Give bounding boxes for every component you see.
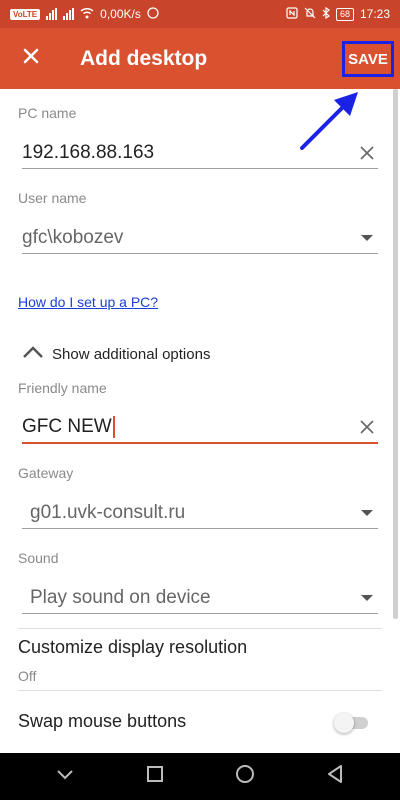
dropdown-arrow-icon <box>356 587 378 609</box>
swap-mouse-toggle[interactable] <box>334 711 370 733</box>
signal-icon <box>46 8 58 20</box>
swap-mouse-title: Swap mouse buttons <box>18 711 187 731</box>
pc-name-field[interactable]: 192.168.88.163 <box>22 137 378 169</box>
clear-icon[interactable] <box>356 416 378 438</box>
user-name-label: User name <box>18 190 87 206</box>
dropdown-arrow-icon <box>356 227 378 249</box>
status-bar: VoLTE 0,00K/s 68 17:23 <box>0 0 400 28</box>
pc-name-value: 192.168.88.163 <box>22 141 155 163</box>
home-button[interactable] <box>225 757 265 797</box>
square-icon <box>146 765 164 788</box>
form-content: PC name 192.168.88.163 User name gfc\kob… <box>0 89 400 753</box>
help-link[interactable]: How do I set up a PC? <box>18 294 158 310</box>
display-resolution-value: Off <box>18 668 37 684</box>
volte-badge: VoLTE <box>10 8 41 20</box>
display-resolution-title[interactable]: Customize display resolution <box>18 637 247 658</box>
clear-icon[interactable] <box>356 142 378 164</box>
pc-name-label: PC name <box>18 105 77 121</box>
nfc-icon <box>286 6 298 22</box>
gateway-dropdown[interactable]: g01.uvk-consult.ru <box>22 497 378 529</box>
circle-icon <box>235 764 255 789</box>
gateway-value: g01.uvk-consult.ru <box>30 501 186 523</box>
text-cursor <box>112 415 115 438</box>
divider <box>18 628 382 629</box>
user-name-dropdown[interactable]: gfc\kobozev <box>22 222 378 254</box>
toggle-thumb <box>334 713 354 733</box>
network-speed: 0,00K/s <box>100 7 141 21</box>
chevron-down-icon <box>56 768 74 786</box>
show-additional-options-toggle[interactable]: Show additional options <box>22 345 210 363</box>
gateway-label: Gateway <box>18 465 74 481</box>
dropdown-arrow-icon <box>356 502 378 524</box>
nav-collapse-button[interactable] <box>45 757 85 797</box>
options-toggle-label: Show additional options <box>52 345 211 363</box>
whatsapp-icon <box>147 6 159 22</box>
back-triangle-icon <box>326 764 344 789</box>
wifi-icon <box>80 7 94 22</box>
silent-icon <box>304 7 316 22</box>
navigation-bar <box>0 753 400 800</box>
save-button[interactable]: SAVE <box>342 41 394 77</box>
scrollbar[interactable] <box>393 89 398 619</box>
back-button[interactable] <box>315 757 355 797</box>
friendly-name-value-wrap: GFC NEW <box>22 415 356 438</box>
chevron-up-icon <box>22 345 44 363</box>
user-name-value: gfc\kobozev <box>22 226 124 248</box>
recents-button[interactable] <box>135 757 175 797</box>
bluetooth-icon <box>322 6 330 22</box>
status-left: VoLTE 0,00K/s <box>10 6 159 22</box>
divider <box>18 690 382 691</box>
signal-2-icon <box>63 8 75 20</box>
status-right: 68 17:23 <box>286 6 390 22</box>
clock: 17:23 <box>359 7 390 21</box>
close-icon <box>23 48 39 69</box>
battery-indicator: 68 <box>335 7 354 21</box>
friendly-name-label: Friendly name <box>18 380 107 396</box>
friendly-name-value: GFC NEW <box>22 416 112 437</box>
close-button[interactable] <box>0 28 62 89</box>
sound-value: Play sound on device <box>30 586 211 608</box>
sound-dropdown[interactable]: Play sound on device <box>22 582 378 614</box>
page-title: Add desktop <box>80 46 208 70</box>
friendly-name-field[interactable]: GFC NEW <box>22 412 378 444</box>
sound-label: Sound <box>18 550 59 566</box>
app-bar: Add desktop SAVE <box>0 28 400 89</box>
